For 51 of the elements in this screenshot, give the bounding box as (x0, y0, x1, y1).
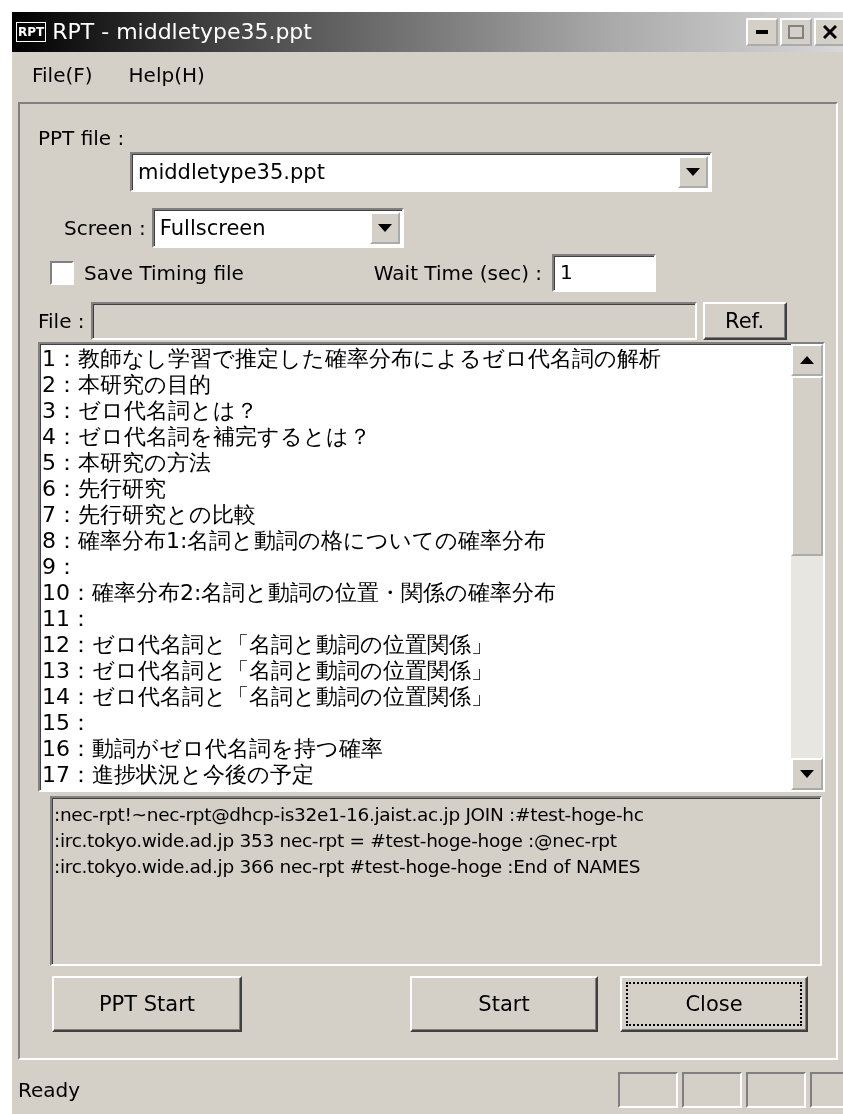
menu-item[interactable]: Help(H) (128, 62, 205, 87)
wait-time-field[interactable]: 1 (552, 253, 657, 292)
list-item[interactable]: 13：ゼロ代名詞と「名詞と動詞の位置関係」 (42, 657, 791, 684)
window-title: RPT - middletype35.ppt (52, 19, 313, 45)
list-item[interactable]: 5：本研究の方法 (42, 449, 791, 476)
close-button[interactable] (814, 17, 843, 46)
list-item[interactable]: 9： (42, 553, 791, 580)
status-panel (746, 1072, 806, 1109)
list-item[interactable]: 7：先行研究との比較 (42, 501, 791, 528)
list-item[interactable]: 16：動詞がゼロ代名詞を持つ確率 (42, 735, 791, 762)
list-item[interactable]: 8：確率分布1:名詞と動詞の格についての確率分布 (42, 527, 791, 554)
ppt-start-button[interactable]: PPT Start (52, 975, 242, 1032)
list-item[interactable]: 4：ゼロ代名詞を補完するとは？ (42, 423, 791, 450)
list-item[interactable]: 11： (42, 605, 791, 632)
minimize-button[interactable] (746, 17, 778, 46)
field-label: Wait Time (sec) : (373, 260, 543, 285)
log-line: :irc.tokyo.wide.ad.jp 366 nec-rpt #test-hoge-hoge :End of NAMES (54, 854, 642, 879)
maximize-button[interactable] (780, 17, 812, 46)
checkbox[interactable] (50, 260, 74, 285)
minimize-icon (756, 29, 768, 34)
list-item[interactable]: 10：確率分布2:名詞と動詞の位置・関係の確率分布 (42, 579, 791, 606)
field-label: File : (38, 308, 85, 333)
down-arrow-icon (800, 769, 814, 778)
list-item[interactable]: 2：本研究の目的 (42, 371, 791, 398)
scrollbar[interactable] (791, 343, 823, 790)
log-line: :irc.tokyo.wide.ad.jp 353 nec-rpt = #test-hoge-hoge :@nec-rpt (54, 828, 618, 853)
list-item[interactable]: 12：ゼロ代名詞と「名詞と動詞の位置関係」 (42, 631, 791, 658)
app-icon: RPT (16, 21, 47, 42)
list-item[interactable]: 1：教師なし学習で推定した確率分布によるゼロ代名詞の解析 (42, 345, 791, 372)
checkbox-label: Save Timing file (84, 260, 244, 285)
ppt-file-dropdown[interactable]: middletype35.ppt (130, 151, 712, 192)
start-button[interactable]: Start (410, 975, 598, 1032)
up-arrow-icon (800, 355, 814, 364)
status-panel (682, 1072, 742, 1109)
down-arrow-icon (377, 223, 392, 232)
down-arrow-icon (686, 167, 700, 176)
list-item[interactable]: 3：ゼロ代名詞とは？ (42, 397, 791, 424)
list-item[interactable]: 17：進捗状況と今後の予定 (42, 761, 791, 788)
status-text: Ready (18, 1078, 82, 1103)
maximize-icon (788, 24, 804, 39)
menu-item[interactable]: File(F) (32, 62, 93, 87)
list-item[interactable]: 14：ゼロ代名詞と「名詞と動詞の位置関係」 (42, 683, 791, 710)
field-label: Screen : (64, 215, 146, 240)
close-button[interactable]: Close (620, 975, 808, 1032)
screen-dropdown[interactable]: Fullscreen (151, 207, 404, 248)
field-label: PPT file : (38, 125, 125, 150)
status-panel (618, 1072, 678, 1109)
close-icon (823, 24, 837, 39)
log-line: :nec-rpt!~nec-rpt@dhcp-is32e1-16.jaist.ac.jp JOIN :#test-hoge-hc (54, 802, 645, 827)
list-item[interactable]: 6：先行研究 (42, 475, 791, 502)
list-item[interactable]: 15： (42, 709, 791, 736)
